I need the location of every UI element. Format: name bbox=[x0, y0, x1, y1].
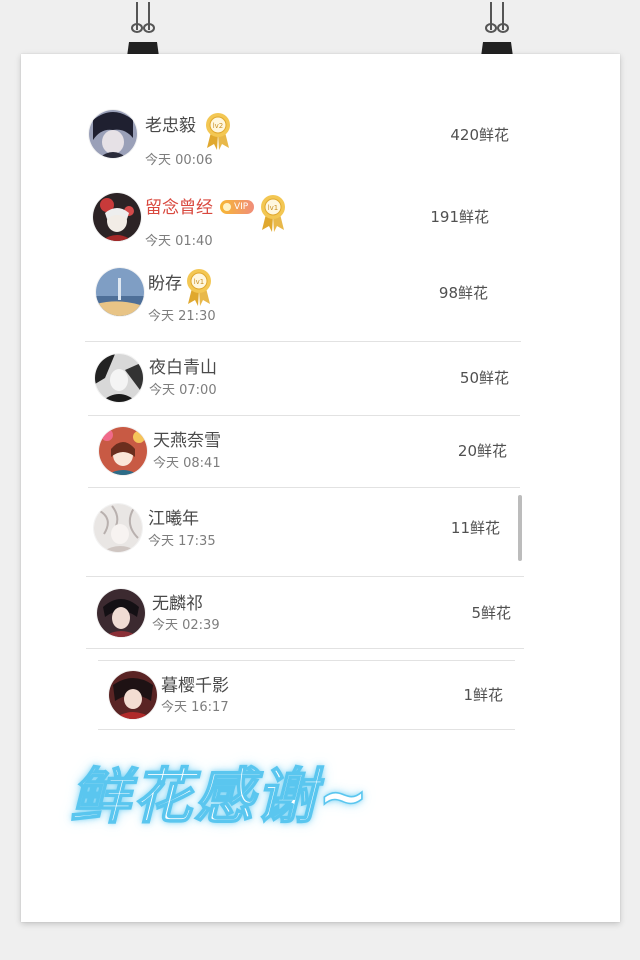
row-divider bbox=[86, 576, 524, 577]
flower-count: 420鲜花 bbox=[450, 126, 509, 144]
supporter-time: 今天 21:30 bbox=[148, 309, 216, 324]
flower-count: 20鲜花 bbox=[457, 442, 507, 460]
supporter-name: 江曦年 bbox=[148, 509, 199, 529]
medal-level: lv1 bbox=[194, 278, 205, 286]
supporter-row[interactable]: 江曦年 今天 17:35 11鲜花 bbox=[94, 504, 506, 574]
medal-icon: lv2 bbox=[206, 113, 230, 150]
row-divider bbox=[98, 660, 515, 661]
medal-level: lv1 bbox=[268, 204, 279, 212]
flower-count: 98鲜花 bbox=[438, 284, 488, 302]
supporter-name: 夜白青山 bbox=[149, 358, 217, 378]
supporter-row[interactable]: 留念曾经 VIP lv1 今天 01:40 191鲜花 bbox=[93, 193, 503, 263]
medal-icon: lv1 bbox=[261, 195, 285, 232]
supporter-name: 老忠毅 bbox=[145, 116, 196, 136]
supporter-row[interactable]: 老忠毅 lv2 今天 00:06 420鲜花 bbox=[89, 110, 519, 180]
monochrome-anime-avatar[interactable] bbox=[95, 354, 143, 402]
supporter-time: 今天 08:41 bbox=[153, 456, 221, 471]
blue-scenery-avatar[interactable] bbox=[96, 268, 144, 316]
flower-count: 11鲜花 bbox=[450, 519, 500, 537]
supporter-row[interactable]: 暮樱千影 今天 16:17 1鲜花 bbox=[109, 671, 505, 741]
row-divider bbox=[88, 415, 520, 416]
supporter-name: 暮樱千影 bbox=[161, 676, 229, 696]
supporter-row[interactable]: 夜白青山 今天 07:00 50鲜花 bbox=[95, 354, 515, 424]
supporter-time: 今天 02:39 bbox=[152, 618, 220, 633]
supporter-time: 今天 16:17 bbox=[161, 700, 229, 715]
eye-icon bbox=[223, 203, 231, 211]
supporter-time: 今天 07:00 bbox=[149, 383, 217, 398]
supporter-row[interactable]: 盼存 lv1 今天 21:30 98鲜花 bbox=[96, 268, 496, 338]
supporter-time: 今天 01:40 bbox=[145, 234, 213, 249]
supporter-name: 留念曾经 bbox=[145, 198, 213, 218]
supporter-name: 盼存 bbox=[148, 274, 182, 294]
supporter-time: 今天 17:35 bbox=[148, 534, 216, 549]
flower-count: 1鲜花 bbox=[463, 686, 503, 704]
supporter-time: 今天 00:06 bbox=[145, 153, 213, 168]
row-divider bbox=[86, 648, 524, 649]
scrollbar-thumb[interactable] bbox=[518, 495, 522, 561]
row-divider bbox=[98, 729, 515, 730]
supporter-name: 天燕奈雪 bbox=[153, 431, 221, 451]
thanks-caption: 鲜花感谢~ bbox=[69, 761, 371, 833]
flower-count: 191鲜花 bbox=[430, 208, 489, 226]
flower-girl-avatar[interactable] bbox=[99, 427, 147, 475]
medal-icon: lv1 bbox=[187, 269, 211, 306]
pale-sketch-avatar[interactable] bbox=[94, 504, 142, 552]
flower-count: 5鲜花 bbox=[471, 604, 511, 622]
dark-haired-boy-avatar[interactable] bbox=[97, 589, 145, 637]
supporter-name: 无麟祁 bbox=[152, 594, 203, 614]
row-divider bbox=[88, 487, 520, 488]
vip-label: VIP bbox=[234, 202, 249, 212]
medal-level: lv2 bbox=[213, 122, 224, 130]
anime-girl-red-avatar[interactable] bbox=[93, 193, 141, 241]
row-divider bbox=[85, 341, 521, 342]
vip-badge: VIP bbox=[220, 200, 254, 214]
flower-count: 50鲜花 bbox=[459, 369, 509, 387]
anime-boy-dark-avatar[interactable] bbox=[89, 110, 137, 158]
red-robed-avatar[interactable] bbox=[109, 671, 157, 719]
